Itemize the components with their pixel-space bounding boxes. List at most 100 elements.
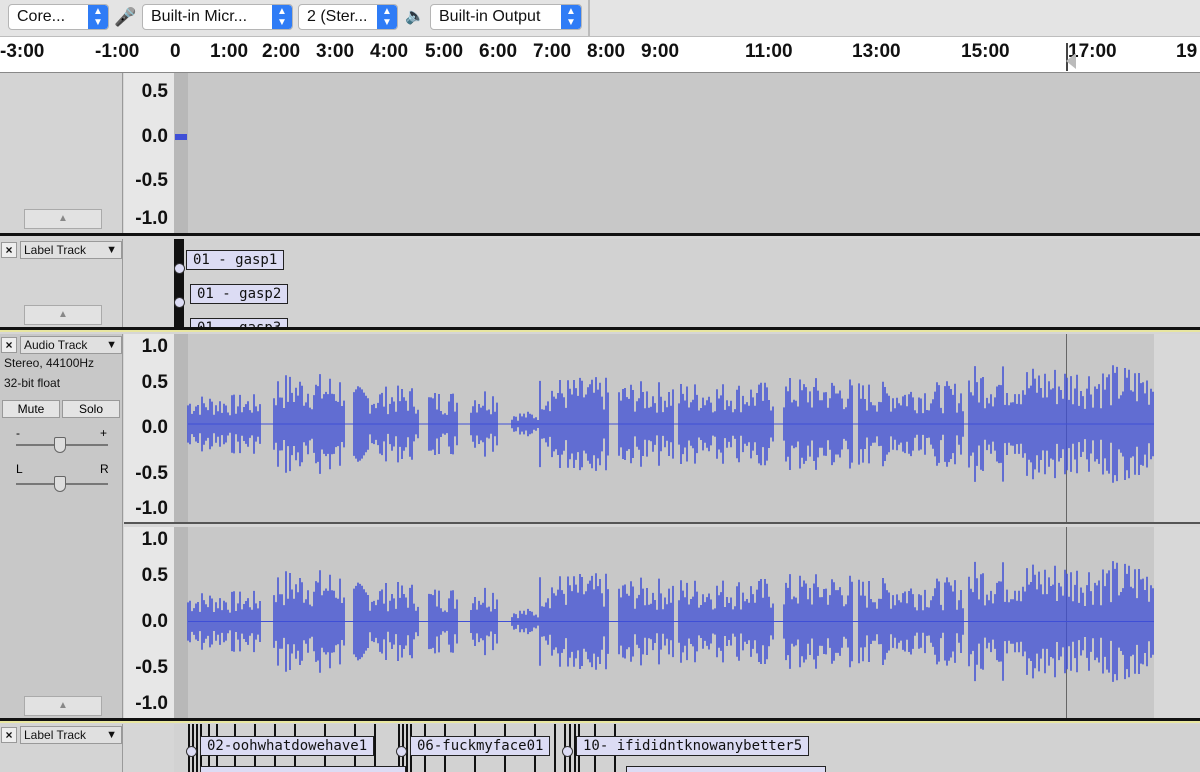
recording-device-value: Built-in Micr... — [151, 8, 248, 25]
label-item[interactable] — [200, 766, 406, 772]
channel-separator — [124, 522, 1200, 524]
playhead-marker-icon[interactable] — [1066, 53, 1076, 69]
close-track-icon[interactable]: × — [1, 337, 17, 353]
toolbar-divider — [588, 0, 590, 36]
label-item[interactable]: 01 - gasp3 — [190, 318, 289, 327]
label-track-control-panel[interactable]: × Label Track ▼ ▲ — [0, 239, 123, 327]
track-separator-highlight — [0, 721, 1200, 723]
pan-slider-thumb[interactable] — [54, 476, 66, 492]
scale-label: -0.5 — [135, 463, 168, 484]
ruler-tick: 19 — [1176, 41, 1198, 62]
scale-label: -0.5 — [135, 657, 168, 678]
track-separator — [0, 233, 1200, 236]
ruler-tick: 5:00 — [425, 41, 464, 62]
vertical-scale-right: 1.0 0.5 0.0 -0.5 -1.0 — [124, 527, 174, 720]
waveform-area[interactable] — [174, 73, 1200, 233]
label-track-area[interactable]: 02-oohwhatdowehave1 06-fuckmyface01 10- … — [174, 724, 1200, 772]
speaker-icon: 🔈 — [405, 8, 425, 25]
label-track-control-panel[interactable]: × Label Track ▼ — [0, 724, 123, 772]
chevron-updown-icon: ▲ ▼ — [377, 5, 397, 29]
playback-device-value: Built-in Output — [439, 8, 541, 25]
label-item[interactable] — [626, 766, 826, 772]
track-control-panel[interactable]: ▲ — [0, 73, 123, 233]
ruler-tick: 2:00 — [262, 41, 301, 62]
label-item[interactable]: 06-fuckmyface01 — [410, 736, 551, 756]
scale-label: -1.0 — [135, 693, 168, 714]
close-track-icon[interactable]: × — [1, 727, 17, 743]
label-region-marker — [174, 239, 184, 327]
chevron-updown-icon: ▲ ▼ — [561, 5, 581, 29]
recording-channels-select[interactable]: 2 (Ster... ▲ ▼ — [298, 4, 398, 30]
label-handle[interactable] — [174, 297, 185, 308]
track-format-info: Stereo, 44100Hz — [4, 356, 95, 370]
ruler-tick: 9:00 — [641, 41, 680, 62]
track-name-bar: × Label Track ▼ — [0, 726, 122, 744]
label-handle[interactable] — [186, 746, 197, 757]
waveform-graphic — [187, 561, 1154, 682]
label-item[interactable]: 02-oohwhatdowehave1 — [200, 736, 375, 756]
gain-plus-label: + — [100, 426, 108, 440]
waveform-right-channel[interactable] — [174, 527, 1200, 720]
label-track-area[interactable]: 01 - gasp1 01 - gasp2 01 - gasp3 — [174, 239, 1200, 327]
audio-track-control-panel[interactable]: × Audio Track ▼ Stereo, 44100Hz 32-bit fl… — [0, 334, 123, 720]
label-handle[interactable] — [174, 263, 185, 274]
track-name-menu[interactable]: Audio Track ▼ — [20, 336, 122, 354]
track-name-menu[interactable]: Label Track ▼ — [20, 241, 122, 259]
ruler-tick: 8:00 — [587, 41, 626, 62]
audio-host-value: Core... — [17, 8, 66, 25]
track-name: Label Track — [24, 728, 87, 742]
vertical-scale: 0.5 0.0 -0.5 -1.0 — [124, 73, 174, 233]
scale-label: -0.5 — [135, 170, 168, 191]
ruler-tick: 0 — [170, 41, 181, 62]
scale-label: 0.0 — [141, 417, 168, 438]
ruler-tick: -3:00 — [0, 41, 45, 62]
dropdown-arrow-icon: ▼ — [106, 244, 117, 256]
dropdown-arrow-icon: ▼ — [106, 339, 117, 351]
label-track-gutter — [124, 239, 174, 327]
scale-label: -1.0 — [135, 208, 168, 229]
ruler-tick: 4:00 — [370, 41, 409, 62]
chevron-updown-icon: ▲ ▼ — [272, 5, 292, 29]
waveform-graphic — [187, 365, 1154, 483]
collapse-track-button[interactable]: ▲ — [24, 305, 102, 325]
gain-minus-label: - — [16, 426, 20, 440]
label-item[interactable]: 01 - gasp2 — [190, 284, 289, 304]
scale-label: -1.0 — [135, 498, 168, 519]
chevron-updown-icon: ▲ ▼ — [88, 5, 108, 29]
waveform-clip — [175, 134, 187, 140]
audio-host-select[interactable]: Core... ▲ ▼ — [8, 4, 109, 30]
track-name: Label Track — [24, 243, 87, 257]
label-handle[interactable] — [396, 746, 407, 757]
ruler-tick: 7:00 — [533, 41, 572, 62]
recording-device-select[interactable]: Built-in Micr... ▲ ▼ — [142, 4, 293, 30]
ruler-tick: 15:00 — [961, 41, 1010, 62]
pan-right-label: R — [100, 462, 109, 476]
scale-label: 0.5 — [141, 81, 168, 102]
close-track-icon[interactable]: × — [1, 242, 17, 258]
label-handle[interactable] — [562, 746, 573, 757]
timeline-ruler[interactable]: -3:00 -1:00 0 1:00 2:00 3:00 4:00 5:00 6… — [0, 37, 1200, 73]
scale-label: 0.0 — [141, 126, 168, 147]
solo-button[interactable]: Solo — [62, 400, 120, 418]
microphone-icon: 🎤 — [114, 7, 137, 27]
ruler-tick: 3:00 — [316, 41, 355, 62]
ruler-tick: 13:00 — [852, 41, 901, 62]
track-name-bar: × Label Track ▼ — [0, 241, 122, 259]
scale-label: 1.0 — [141, 336, 168, 357]
mute-button[interactable]: Mute — [2, 400, 60, 418]
scale-label: 0.0 — [141, 611, 168, 632]
scale-label: 1.0 — [141, 529, 168, 550]
playback-device-select[interactable]: Built-in Output ▲ ▼ — [430, 4, 582, 30]
collapse-track-button[interactable]: ▲ — [24, 209, 102, 229]
gain-slider-thumb[interactable] — [54, 437, 66, 453]
waveform-left-channel[interactable] — [174, 334, 1200, 522]
pan-left-label: L — [16, 462, 23, 476]
ruler-tick: 6:00 — [479, 41, 518, 62]
label-item[interactable]: 10- ifididntknowanybetter5 — [576, 736, 810, 756]
track-name-bar: × Audio Track ▼ — [0, 336, 122, 354]
label-region-tick — [374, 724, 376, 772]
vertical-scale-left: 1.0 0.5 0.0 -0.5 -1.0 — [124, 334, 174, 522]
track-name-menu[interactable]: Label Track ▼ — [20, 726, 122, 744]
label-item[interactable]: 01 - gasp1 — [186, 250, 285, 270]
collapse-track-button[interactable]: ▲ — [24, 696, 102, 716]
